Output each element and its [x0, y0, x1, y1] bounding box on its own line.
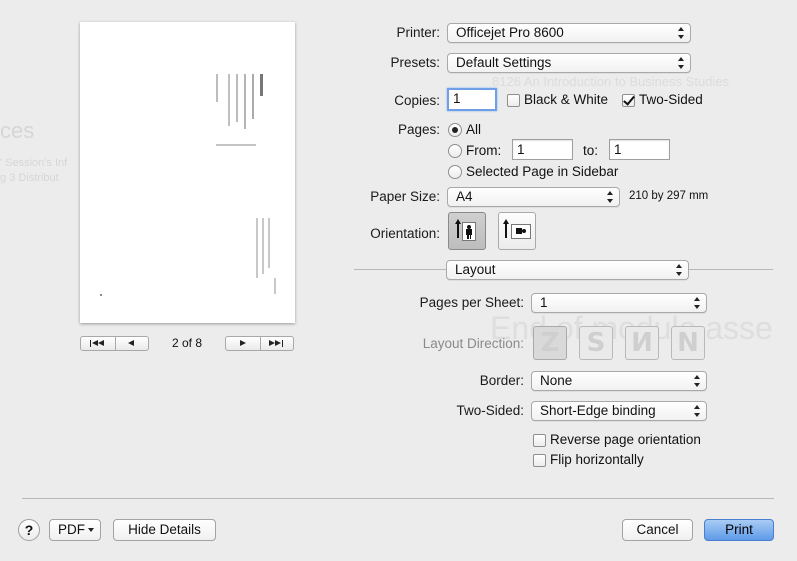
dropdown-arrow-icon [607, 190, 614, 204]
last-page-icon[interactable] [261, 337, 293, 350]
landscape-button[interactable] [498, 212, 536, 250]
dropdown-arrow-icon [694, 404, 701, 418]
section-separator-right [689, 269, 773, 270]
pages-all-radio[interactable] [448, 123, 462, 137]
section-popup[interactable]: Layout [446, 260, 689, 280]
footer-separator [22, 498, 774, 499]
preview-text-column [256, 218, 270, 278]
layout-direction-n-reverse-icon[interactable]: И [625, 326, 659, 360]
prev-page-icon[interactable] [116, 337, 148, 350]
black-white-label: Black & White [524, 92, 609, 107]
preview-nav-left-group [80, 336, 149, 351]
pages-from-radio[interactable] [448, 144, 462, 158]
pages-to-label: to: [583, 143, 599, 158]
paper-size-value: A4 [456, 189, 473, 204]
first-page-icon[interactable] [81, 337, 116, 350]
paper-size-label: Paper Size: [370, 189, 440, 204]
dropdown-arrow-icon [678, 56, 685, 70]
pdf-menu-button[interactable]: PDF [49, 519, 101, 541]
background-text-line2: g 3 Distribut [0, 172, 59, 184]
border-label: Border: [479, 373, 524, 388]
dropdown-arrow-icon [676, 263, 683, 277]
portrait-icon [455, 219, 479, 243]
print-button[interactable]: Print [704, 519, 774, 541]
reverse-orientation-label: Reverse page orientation [550, 432, 701, 447]
portrait-button[interactable] [448, 212, 486, 250]
section-value: Layout [455, 262, 496, 277]
pages-per-sheet-value: 1 [540, 295, 548, 310]
pdf-label: PDF [58, 522, 85, 537]
border-popup[interactable]: None [531, 371, 707, 391]
copies-label: Copies: [394, 93, 440, 108]
pages-per-sheet-popup[interactable]: 1 [531, 293, 707, 313]
two-sided-check-label: Two-Sided [639, 92, 703, 107]
layout-direction-n-icon[interactable]: N [671, 326, 705, 360]
printer-popup[interactable]: Officejet Pro 8600 [447, 23, 691, 43]
flip-horizontally-checkbox[interactable] [533, 454, 546, 467]
printer-value: Officejet Pro 8600 [456, 25, 564, 40]
preview-footer-mark [274, 278, 276, 294]
next-page-icon[interactable] [226, 337, 261, 350]
copies-field[interactable]: 1 [447, 88, 497, 111]
dropdown-arrow-icon [88, 528, 94, 532]
preview-dot [100, 294, 102, 296]
two-sided-checkbox[interactable] [622, 94, 635, 107]
page-indicator: 2 of 8 [171, 336, 203, 350]
pages-sidebar-radio[interactable] [448, 165, 462, 179]
pages-from-label: From: [466, 143, 502, 158]
layout-direction-s-icon[interactable]: S [579, 326, 613, 360]
two-sided-label: Two-Sided: [456, 403, 524, 418]
hide-details-button[interactable]: Hide Details [113, 519, 216, 541]
dropdown-arrow-icon [694, 374, 701, 388]
background-text-line1: ' Session's Inf [0, 157, 68, 169]
preview-nav-right-group [225, 336, 294, 351]
page-preview [80, 22, 295, 323]
two-sided-value: Short-Edge binding [540, 403, 656, 418]
pages-to-field[interactable]: 1 [609, 139, 670, 160]
background-text-presets: 8126 An Introduction to Business Studies [492, 74, 730, 89]
landscape-icon [503, 219, 533, 243]
presets-value: Default Settings [456, 55, 552, 70]
layout-direction-label: Layout Direction: [422, 336, 524, 351]
presets-popup[interactable]: Default Settings [447, 53, 691, 73]
orientation-label: Orientation: [370, 226, 440, 241]
pages-sidebar-label: Selected Page in Sidebar [466, 164, 619, 179]
two-sided-popup[interactable]: Short-Edge binding [531, 401, 707, 421]
dropdown-arrow-icon [678, 26, 685, 40]
pages-per-sheet-label: Pages per Sheet: [419, 295, 524, 310]
printer-label: Printer: [396, 25, 440, 40]
pages-label: Pages: [397, 122, 440, 137]
dropdown-arrow-icon [694, 296, 701, 310]
pages-from-field[interactable]: 1 [512, 139, 573, 160]
pages-all-label: All [466, 122, 482, 137]
background-text-big: ces [0, 118, 35, 143]
paper-dimensions: 210 by 297 mm [629, 190, 709, 202]
layout-direction-z-icon[interactable]: Z [533, 326, 567, 360]
reverse-orientation-checkbox[interactable] [533, 434, 546, 447]
flip-horizontally-label: Flip horizontally [550, 452, 644, 467]
cancel-button[interactable]: Cancel [622, 519, 693, 541]
section-separator-left [354, 269, 446, 270]
presets-label: Presets: [390, 55, 440, 70]
preview-text-line [216, 144, 256, 146]
black-white-checkbox[interactable] [507, 94, 520, 107]
preview-text-block [216, 74, 266, 134]
border-value: None [540, 373, 573, 388]
help-icon[interactable]: ? [18, 519, 40, 541]
paper-size-popup[interactable]: A4 [447, 187, 620, 207]
